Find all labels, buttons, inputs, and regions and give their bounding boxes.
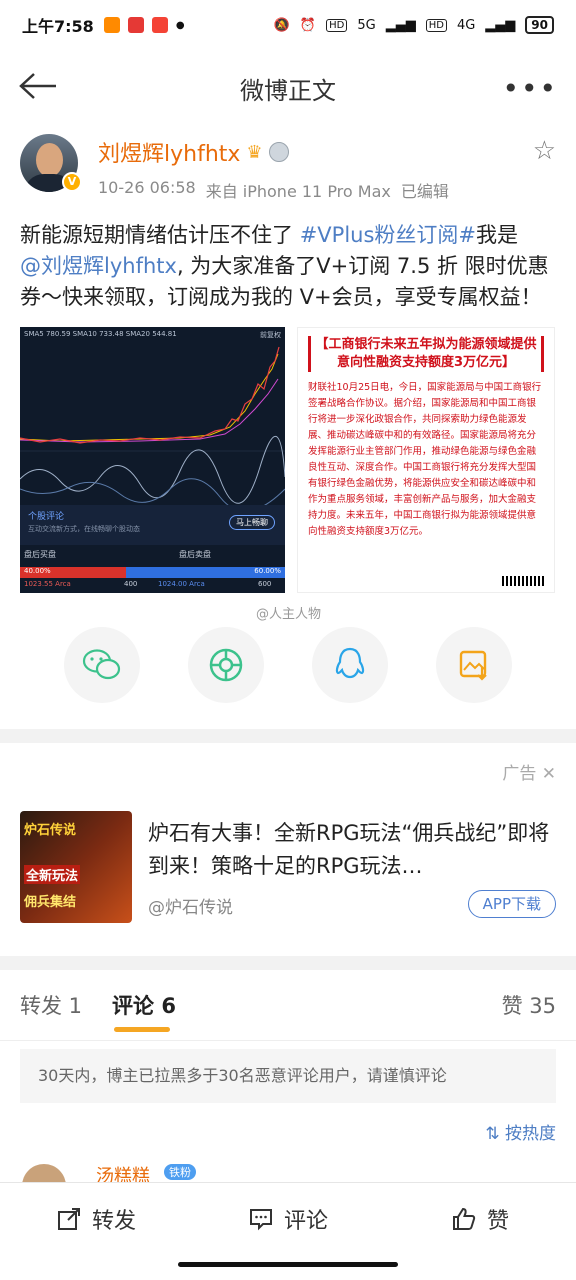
crown-icon: ♛ [246,141,263,163]
ad-thumbnail[interactable]: 炉石传说 全新玩法 佣兵集结 [20,811,132,923]
tab-likes[interactable]: 赞 35 [502,990,556,1020]
comment-tabs: 转发 1 评论 6 赞 35 [0,970,576,1040]
ad-card[interactable]: 广告 ✕ 炉石传说 全新玩法 佣兵集结 炉石有大事！全新RPG玩法“佣兵战纪”即… [0,743,576,956]
verified-v-badge-icon: V [62,172,82,192]
back-arrow-icon[interactable] [18,71,58,105]
favorite-star-icon[interactable]: ☆ [533,136,556,166]
watermark: @人主人物 [256,607,322,622]
repost-button[interactable]: 转发 [0,1183,192,1254]
status-time: 上午7:58 [22,17,94,36]
wechat-icon [82,649,121,680]
like-button[interactable]: 赞 [384,1183,576,1254]
notification-icon-1 [103,17,120,33]
comment-icon [249,1208,272,1230]
thumbs-up-icon [452,1207,476,1230]
notification-icon-2 [127,17,144,33]
share-qq-button[interactable] [312,627,388,703]
comment-notice: 30天内，博主已拉黑多于30名恶意评论用户，请谨慎评论 [20,1049,556,1103]
dot-icon: ● [175,19,185,31]
post-body: 新能源短期情绪估计压不住了 #VPlus粉丝订阅#我是 @刘煜辉lyhfhtx,… [20,223,549,309]
share-wechat-button[interactable] [64,627,140,703]
battery-indicator: 90 [525,16,554,34]
alarm-icon: ⏰ [299,17,317,33]
stock-comment-banner: 个股评论 互动交流新方式，在线畅聊个股动态 马上畅聊 [20,505,285,545]
hd-icon-2: HD [425,18,447,32]
section-divider-2 [0,956,576,970]
share-moments-button[interactable] [188,627,264,703]
save-image-button[interactable] [436,627,512,703]
news-image[interactable]: 【工商银行未来五年拟为能源领域提供意向性融资支持额度3万亿元】 财联社10月25… [297,327,555,593]
signal-bars-icon-2: ▂▄▆ [485,17,516,33]
status-bar: 上午7:58 ● 🔕 ⏰ HD 5G ▂▄▆ HD 4G ▂▄▆ 90 [0,0,576,50]
sort-icon: ⇅ [485,1124,500,1144]
ad-source[interactable]: @炉石传说 [148,893,233,918]
post-timestamp: 10-26 06:58 [98,178,196,197]
qr-code-icon [502,576,546,586]
share-row: @人主人物 [0,593,576,703]
notification-icon-3 [151,17,168,33]
mention-link[interactable]: @刘煜辉lyhfhtx [20,254,177,278]
ad-label[interactable]: 广告 ✕ [502,759,556,784]
repost-icon [57,1207,80,1230]
post-images: SMA5 780.59 SMA10 733.48 SMA20 544.81 前复… [0,313,576,593]
topic-link[interactable]: #VPlus粉丝订阅# [300,223,476,247]
nav-bar: 微博正文 ••• [0,50,576,126]
author-name[interactable]: 刘煜辉lyhfhtx [98,136,240,168]
ad-title[interactable]: 炉石有大事！全新RPG玩法“佣兵战纪”即将到来！策略十足的RPG玩法… [148,817,552,883]
app-download-button[interactable]: APP下载 [467,890,556,918]
mute-icon: 🔕 [273,17,290,33]
sort-by-hot-button[interactable]: ⇅ 按热度 [0,1103,576,1144]
tab-comments[interactable]: 评论 6 [112,990,176,1032]
save-image-icon [459,650,487,681]
signal-bars-icon: ▂▄▆ [385,17,416,33]
home-indicator[interactable] [178,1262,398,1267]
signal-5g-icon: 5G [357,17,376,33]
medal-icon [268,142,289,162]
edited-label[interactable]: 已编辑 [401,178,449,202]
moments-icon [209,648,243,682]
stock-chart-image[interactable]: SMA5 780.59 SMA10 733.48 SMA20 544.81 前复… [20,327,285,593]
hd-icon: HD [326,18,348,32]
more-options-icon[interactable]: ••• [502,72,558,105]
qq-icon [335,647,365,679]
post-source: 来自 iPhone 11 Pro Max [205,182,391,201]
news-title: 【工商银行未来五年拟为能源领域提供意向性融资支持额度3万亿元】 [308,336,544,372]
post-meta: 10-26 06:58 来自 iPhone 11 Pro Max 已编辑 [98,178,449,202]
signal-4g-icon: 4G [456,17,476,33]
news-body: 财联社10月25日电，今日，国家能源局与中国工商银行签署战略合作协议。据介绍，国… [308,382,542,537]
candlestick-chart [20,346,285,509]
comment-button[interactable]: 评论 [192,1183,384,1254]
bottom-action-bar: 转发 评论 赞 [0,1182,576,1254]
tab-repost[interactable]: 转发 1 [20,990,82,1020]
post-header: V 刘煜辉lyhfhtx ♛ 10-26 06:58 来自 iPhone 11 … [0,126,576,202]
page-title: 微博正文 [240,76,336,105]
section-divider [0,729,576,743]
